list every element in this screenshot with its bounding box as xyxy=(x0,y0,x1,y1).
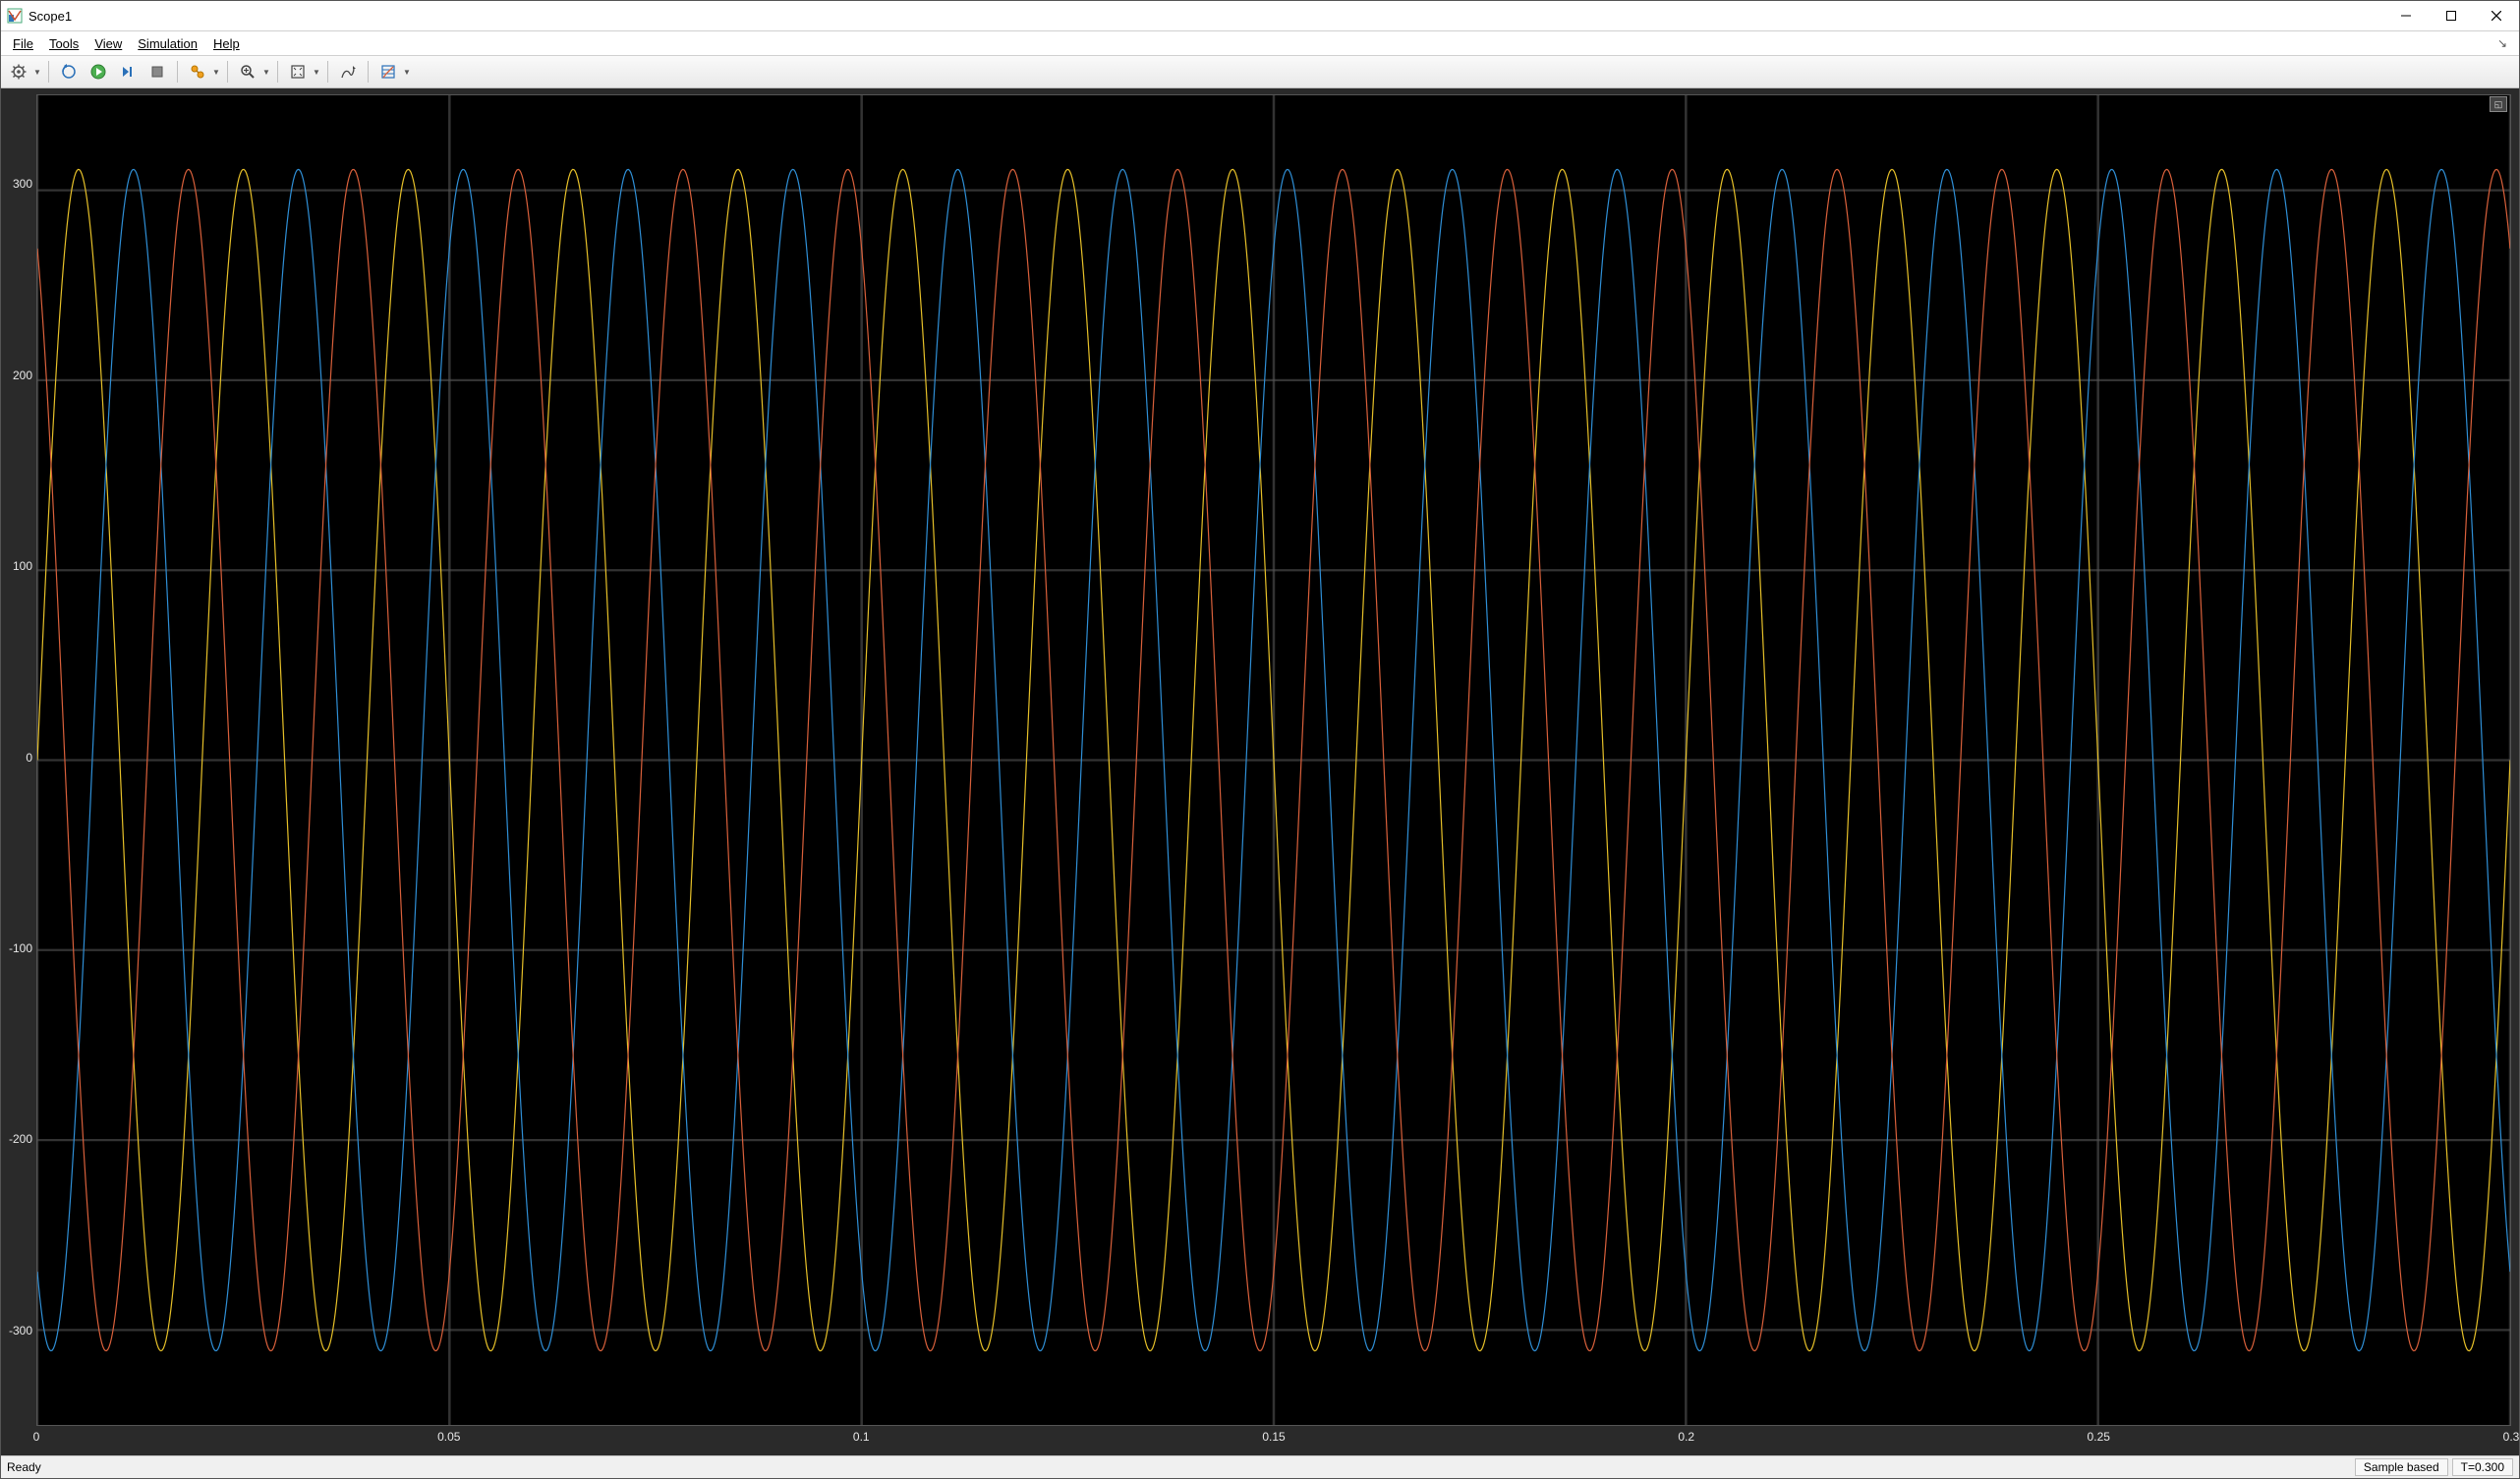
menu-tools[interactable]: Tools xyxy=(41,34,86,53)
y-tick-label: 300 xyxy=(13,177,32,191)
app-icon xyxy=(7,8,23,24)
title-bar: Scope1 xyxy=(1,1,2519,31)
settings-dropdown-icon[interactable]: ▼ xyxy=(32,68,42,77)
plot-canvas[interactable] xyxy=(36,94,2511,1426)
x-tick-label: 0.2 xyxy=(1678,1430,1694,1444)
cursors-icon[interactable] xyxy=(334,59,362,85)
status-time: T=0.300 xyxy=(2452,1458,2513,1476)
settings-gear-icon[interactable] xyxy=(5,59,32,85)
run-icon[interactable] xyxy=(85,59,112,85)
menu-bar: File Tools View Simulation Help ↘ xyxy=(1,31,2519,56)
window-controls xyxy=(2383,1,2519,30)
measurements-dropdown-icon[interactable]: ▼ xyxy=(402,68,412,77)
menu-view[interactable]: View xyxy=(86,34,130,53)
menu-help[interactable]: Help xyxy=(205,34,248,53)
step-back-icon[interactable] xyxy=(55,59,83,85)
trigger-dropdown-icon[interactable]: ▼ xyxy=(211,68,221,77)
y-tick-label: -100 xyxy=(9,941,32,955)
y-tick-label: 200 xyxy=(13,369,32,382)
x-tick-label: 0.1 xyxy=(853,1430,870,1444)
status-bar: Ready Sample based T=0.300 xyxy=(1,1455,2519,1478)
x-tick-label: 0.25 xyxy=(2088,1430,2110,1444)
x-tick-label: 0.15 xyxy=(1262,1430,1285,1444)
dock-icon[interactable]: ↘ xyxy=(2490,36,2515,50)
x-tick-label: 0.3 xyxy=(2503,1430,2520,1444)
step-forward-icon[interactable] xyxy=(114,59,142,85)
menu-simulation[interactable]: Simulation xyxy=(130,34,205,53)
menu-file[interactable]: File xyxy=(5,34,41,53)
separator xyxy=(277,61,278,83)
separator xyxy=(48,61,49,83)
y-tick-label: -200 xyxy=(9,1132,32,1146)
x-tick-label: 0.05 xyxy=(437,1430,460,1444)
y-tick-label: 100 xyxy=(13,559,32,573)
zoom-dropdown-icon[interactable]: ▼ xyxy=(261,68,271,77)
autoscale-dropdown-icon[interactable]: ▼ xyxy=(312,68,321,77)
separator xyxy=(327,61,328,83)
separator xyxy=(227,61,228,83)
toolbar: ▼ ▼ ▼ ▼ ▼ xyxy=(1,56,2519,88)
close-button[interactable] xyxy=(2474,1,2519,30)
x-axis: 00.050.10.150.20.250.3 xyxy=(36,1426,2511,1455)
x-tick-label: 0 xyxy=(33,1430,40,1444)
separator xyxy=(177,61,178,83)
trigger-icon[interactable] xyxy=(184,59,211,85)
autoscale-icon[interactable] xyxy=(284,59,312,85)
measurements-icon[interactable] xyxy=(374,59,402,85)
scope-window: Scope1 File Tools View Simulation Help ↘… xyxy=(0,0,2520,1479)
minimize-button[interactable] xyxy=(2383,1,2429,30)
y-axis: -300 -200 -100 0 100 200 300 xyxy=(1,88,36,1426)
maximize-button[interactable] xyxy=(2429,1,2474,30)
y-tick-label: 0 xyxy=(26,751,32,765)
separator xyxy=(368,61,369,83)
scope-area: ◱ -300 -200 -100 0 100 200 300 0 0.05 0.1 0.15 0.2… xyxy=(1,88,2519,1455)
y-tick-label: -300 xyxy=(9,1324,32,1337)
window-title: Scope1 xyxy=(29,9,2383,24)
expand-plot-icon[interactable]: ◱ xyxy=(2490,96,2507,112)
zoom-icon[interactable] xyxy=(234,59,261,85)
stop-icon[interactable] xyxy=(143,59,171,85)
status-ready: Ready xyxy=(7,1460,2351,1474)
status-sample-mode: Sample based xyxy=(2355,1458,2448,1476)
